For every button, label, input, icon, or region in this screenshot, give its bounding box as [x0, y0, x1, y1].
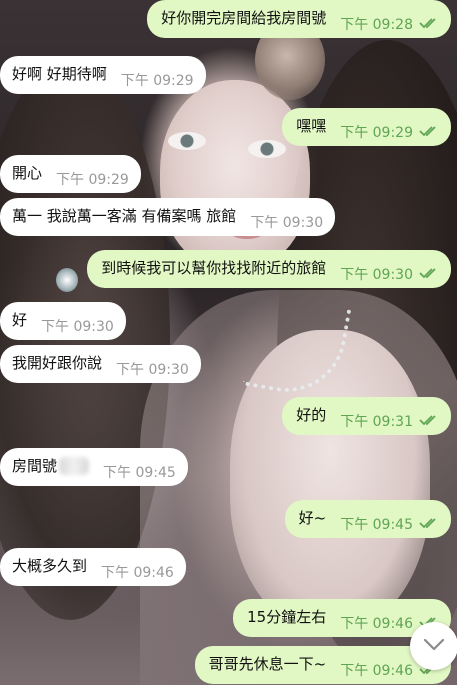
message-time: 下午 09:30 [250, 215, 324, 231]
double-check-icon [419, 515, 439, 533]
double-check-icon [419, 265, 439, 283]
message-text: 開心 [12, 163, 43, 182]
message-bubble[interactable]: 好的 下午 09:31 [282, 397, 451, 435]
message-time: 下午 09:46 [101, 565, 174, 581]
message-time: 下午 09:46 [340, 616, 413, 632]
message-bubble[interactable]: 到時候我可以幫你找找附近的旅館 下午 09:30 [87, 250, 451, 288]
message-time: 下午 09:28 [340, 17, 413, 33]
message-bubble[interactable]: 房間號 下午 09:45 [0, 448, 188, 486]
message-time: 下午 09:29 [120, 73, 194, 89]
message-text: 萬一 我說萬一客滿 有備案嗎 旅館 [12, 206, 237, 225]
message-bubble[interactable]: 好啊 好期待啊 下午 09:29 [0, 56, 206, 94]
wallpaper-earring [56, 268, 78, 292]
double-check-icon [419, 412, 439, 430]
wallpaper-eye-left [168, 132, 206, 150]
message-text: 嘿嘿 [296, 116, 327, 135]
message-time: 下午 09:46 [340, 663, 413, 679]
message-bubble[interactable]: 好 下午 09:30 [0, 302, 126, 340]
chevron-down-icon [423, 637, 445, 656]
message-text: 我開好跟你說 [12, 353, 103, 372]
message-bubble[interactable]: 我開好跟你說 下午 09:30 [0, 345, 201, 383]
message-time: 下午 09:45 [103, 465, 176, 481]
message-bubble[interactable]: 萬一 我說萬一客滿 有備案嗎 旅館 下午 09:30 [0, 198, 336, 236]
message-bubble[interactable]: 好~ 下午 09:45 [284, 500, 451, 538]
message-time: 下午 09:45 [340, 517, 413, 533]
message-text: 好的 [296, 405, 327, 424]
message-time: 下午 09:30 [41, 319, 114, 335]
message-bubble[interactable]: 大概多久到 下午 09:46 [0, 548, 186, 586]
message-text: 好啊 好期待啊 [12, 64, 107, 83]
message-time: 下午 09:29 [340, 125, 413, 141]
wallpaper-eye-right [248, 140, 286, 158]
double-check-icon [419, 15, 439, 33]
message-bubble[interactable]: 好你開完房間給我房間號 下午 09:28 [147, 0, 451, 38]
message-bubble[interactable]: 嘿嘿 下午 09:29 [282, 108, 451, 146]
message-time: 下午 09:29 [56, 172, 129, 188]
message-time: 下午 09:30 [116, 362, 189, 378]
wallpaper-face [160, 80, 310, 270]
message-text: 房間號 [12, 455, 90, 476]
message-text: 好 [12, 310, 28, 329]
redacted-room-number [59, 457, 90, 475]
message-time: 下午 09:31 [340, 414, 413, 430]
double-check-icon [419, 123, 439, 141]
message-text: 好你開完房間給我房間號 [161, 8, 327, 27]
message-bubble[interactable]: 開心 下午 09:29 [0, 155, 141, 193]
message-text: 15分鐘左右 [247, 607, 327, 626]
message-text: 哥哥先休息一下~ [208, 654, 327, 673]
message-time: 下午 09:30 [340, 267, 413, 283]
message-text: 大概多久到 [12, 556, 88, 575]
scroll-to-bottom-button[interactable] [410, 622, 457, 670]
message-text: 好~ [298, 508, 327, 527]
message-text: 到時候我可以幫你找找附近的旅館 [101, 258, 327, 277]
